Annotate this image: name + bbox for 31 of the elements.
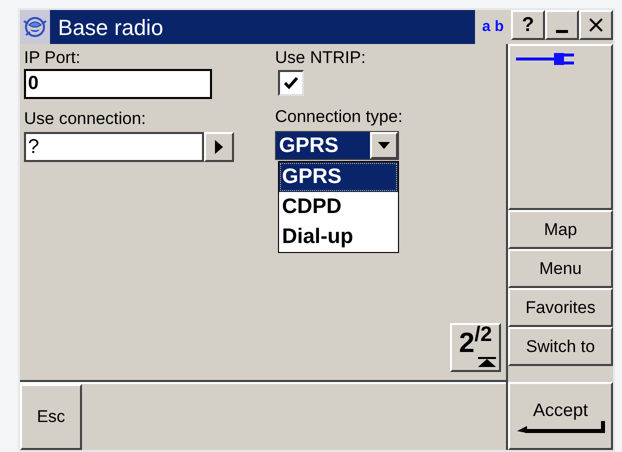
window-title: Base radio bbox=[58, 14, 164, 42]
field-label: Connection type: bbox=[275, 107, 403, 127]
ntrip-checkbox[interactable] bbox=[278, 70, 304, 96]
dropdown-option[interactable]: Dial-up bbox=[279, 222, 398, 252]
field-label: Use NTRIP: bbox=[275, 48, 367, 68]
side-button[interactable]: Switch to bbox=[508, 327, 613, 366]
page-indicator-button[interactable]: 2$^{/2}$ bbox=[450, 323, 501, 372]
minimize-icon bbox=[556, 30, 568, 32]
connection-type-dropdown[interactable]: GPRS bbox=[275, 131, 399, 160]
field-label: IP Port: bbox=[24, 48, 82, 68]
minimize-button[interactable] bbox=[545, 10, 579, 40]
accept-button[interactable]: Accept bbox=[508, 382, 613, 450]
play-arrow-icon bbox=[215, 140, 223, 154]
dropdown-option[interactable]: GPRS bbox=[279, 162, 398, 192]
dropdown-option[interactable]: CDPD bbox=[279, 192, 398, 222]
connection-field[interactable]: ? bbox=[24, 132, 204, 162]
ip-port-field[interactable]: 0 bbox=[24, 69, 212, 99]
dropdown-caret-icon bbox=[378, 142, 390, 149]
side-button[interactable]: Favorites bbox=[508, 288, 613, 327]
close-button[interactable] bbox=[579, 10, 613, 40]
power-plug-icon bbox=[516, 52, 576, 66]
close-icon bbox=[589, 18, 603, 32]
scroll-top-icon bbox=[478, 356, 496, 366]
checkmark-icon bbox=[284, 77, 298, 89]
help-button[interactable]: ? bbox=[511, 10, 545, 40]
field-label: Use connection: bbox=[24, 109, 147, 129]
enter-key-icon bbox=[516, 421, 604, 433]
side-button[interactable]: Menu bbox=[508, 249, 613, 288]
browse-button[interactable] bbox=[204, 132, 234, 162]
side-button[interactable]: Map bbox=[508, 210, 613, 249]
esc-button[interactable]: Esc bbox=[20, 384, 82, 450]
